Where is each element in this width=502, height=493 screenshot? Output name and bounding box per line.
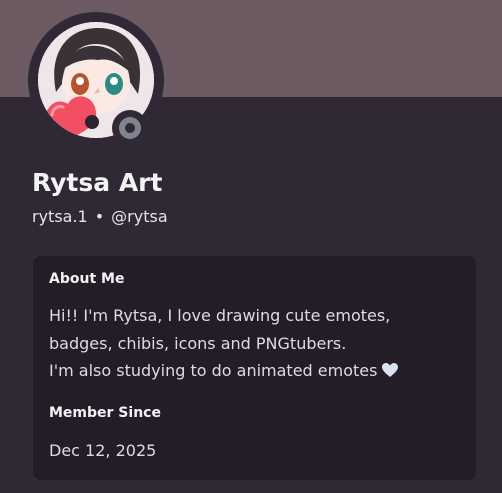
white-heart-icon [381,362,399,378]
status-offline-icon [119,117,141,139]
bio-line: badges, chibis, icons and PNGtubers. [49,334,347,353]
display-name: Rytsa Art [32,168,163,197]
username[interactable]: rytsa.1 [32,207,88,226]
separator-dot: • [94,207,105,226]
profile-card: Rytsa Art rytsa.1 • @rytsa About Me Hi!! I… [0,0,502,493]
bio-line-with-heart: I'm also studying to do animated emotes [49,361,399,380]
member-since-heading: Member Since [49,405,161,421]
bio-line: Hi!! I'm Rytsa, I love drawing cute emot… [49,306,391,325]
username-row: rytsa.1 • @rytsa [32,207,168,226]
member-since-date: Dec 12, 2025 [49,441,157,460]
bio-line-text: I'm also studying to do animated emotes [49,361,378,380]
pronouns-handle: @rytsa [111,207,168,226]
about-me-heading: About Me [49,271,125,287]
